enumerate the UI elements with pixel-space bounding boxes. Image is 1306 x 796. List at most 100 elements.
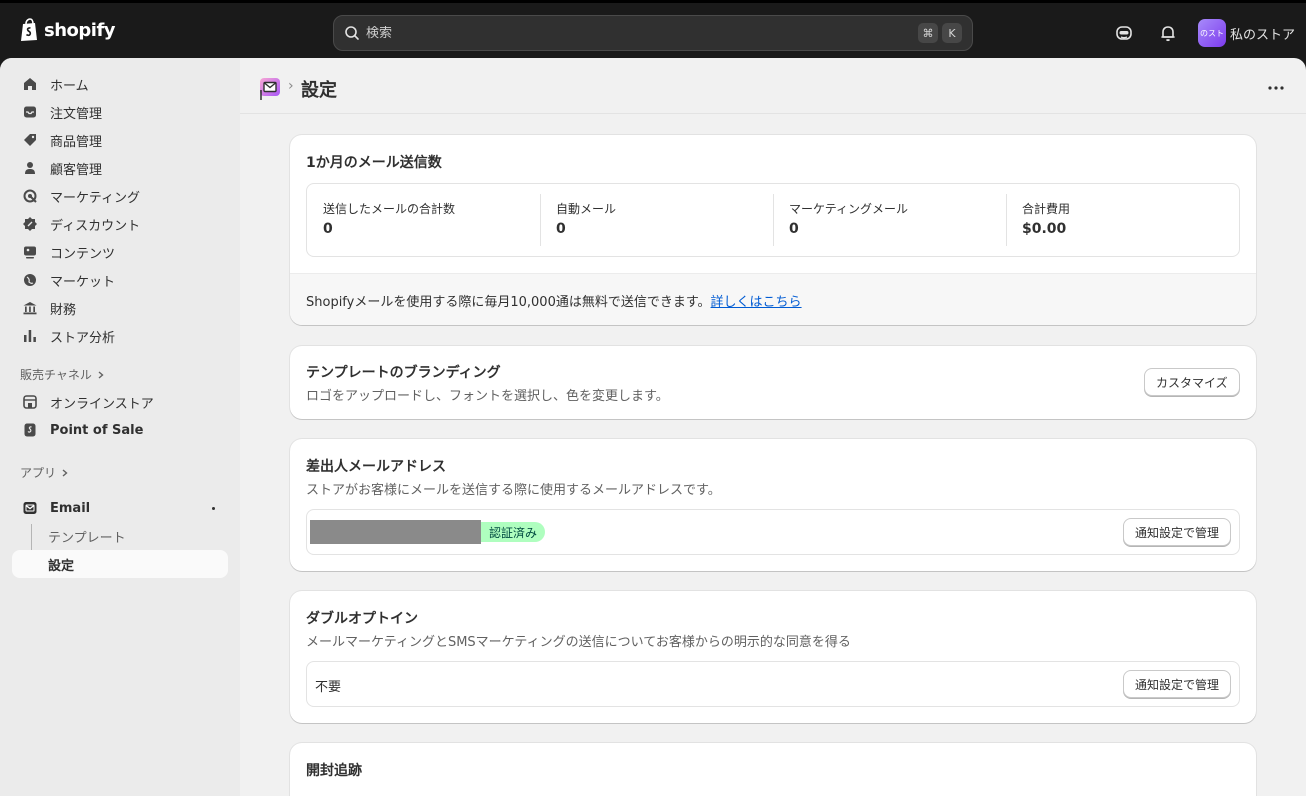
- pin-dot-icon: [212, 507, 215, 510]
- manage-notifications-button[interactable]: 通知設定で管理: [1123, 518, 1232, 546]
- double-optin-value: 不要: [315, 680, 342, 695]
- discount-icon: [23, 217, 37, 231]
- sender-email-card: 差出人メールアドレス ストアがお客様にメールを送信する際に使用するメールアドレス…: [290, 439, 1256, 571]
- card-title: 1か月のメール送信数: [306, 155, 442, 171]
- sidebar-item-home[interactable]: ホーム: [12, 70, 228, 98]
- globe-icon: [24, 274, 36, 286]
- shortcut-key-k: K: [942, 23, 962, 43]
- email-app-icon: [23, 502, 37, 514]
- stat-label: 送信したメールの合計数: [323, 202, 456, 216]
- bank-icon: [23, 302, 37, 315]
- search-input[interactable]: [366, 25, 914, 41]
- shortcut-key-cmd: ⌘: [918, 23, 938, 43]
- sidebar-item-label: 財務: [50, 302, 77, 318]
- sidebar-item-customers[interactable]: 顧客管理: [12, 154, 228, 182]
- top-bar: shopify ⌘ K のスト 私のストア: [0, 0, 1306, 58]
- learn-more-link[interactable]: 詳しくはこちら: [711, 295, 802, 310]
- double-optin-card: ダブルオプトイン メールマーケティングとSMSマーケティングの送信についてお客様…: [290, 591, 1256, 723]
- sidebar-item-label: 商品管理: [50, 134, 103, 150]
- sidebar-item-label: オンラインストア: [50, 396, 154, 412]
- sidebar-item-label: ディスカウント: [50, 218, 141, 234]
- stat-marketing-emails: マーケティングメール 0: [773, 184, 1006, 256]
- page-header: › 設定: [240, 58, 1306, 114]
- sales-channels-label: 販売チャネル: [20, 368, 92, 382]
- sidebar-subitem-settings[interactable]: 設定: [48, 555, 74, 574]
- bell-icon[interactable]: [1158, 23, 1178, 43]
- sidebar-item-products[interactable]: 商品管理: [12, 126, 228, 154]
- verified-badge: 認証済み: [481, 522, 546, 542]
- open-tracking-card: 開封追跡: [290, 743, 1256, 796]
- sidebar-item-analytics[interactable]: ストア分析: [12, 322, 228, 350]
- target-icon: [23, 189, 37, 203]
- sidebar-item-label: Email: [50, 500, 91, 516]
- card-title: ダブルオプトイン: [306, 611, 418, 627]
- sidebar-item-markets[interactable]: マーケット: [12, 266, 228, 294]
- inbox-icon: [24, 106, 36, 118]
- page-title: 設定: [301, 80, 337, 101]
- content-icon: [24, 246, 36, 259]
- sidebar-item-content[interactable]: コンテンツ: [12, 238, 228, 266]
- brand-name: shopify: [44, 19, 116, 41]
- store-name: 私のストア: [1230, 27, 1296, 43]
- stat-label: マーケティングメール: [789, 202, 909, 216]
- shopify-logo[interactable]: shopify: [20, 18, 116, 42]
- shopify-bag-icon: [21, 18, 37, 41]
- sidebar-item-discounts[interactable]: ディスカウント: [12, 210, 228, 238]
- sidebar-item-marketing[interactable]: マーケティング: [12, 182, 228, 210]
- template-branding-card: テンプレートのブランディング ロゴをアップロードし、フォントを選択し、色を変更し…: [290, 346, 1256, 419]
- stat-automated-emails: 自動メール 0: [540, 184, 773, 256]
- store-avatar: のスト: [1198, 19, 1226, 47]
- search-bar[interactable]: ⌘ K: [333, 15, 973, 51]
- sidebar-active-highlight: [12, 550, 228, 578]
- chevron-right-icon: [98, 370, 104, 379]
- chevron-right-icon: [62, 468, 68, 477]
- store-menu-button[interactable]: のスト 私のストア: [1198, 19, 1295, 47]
- stat-label: 合計費用: [1022, 202, 1071, 216]
- sidebar-item-online-store[interactable]: オンラインストア: [12, 388, 228, 416]
- sender-email-row: 認証済み 通知設定で管理: [306, 509, 1240, 555]
- stat-total-cost: 合計費用 $0.00: [1006, 184, 1239, 256]
- stat-value: 0: [323, 221, 333, 237]
- manage-notifications-button[interactable]: 通知設定で管理: [1123, 670, 1232, 698]
- sidebar-item-label: ストア分析: [50, 330, 116, 346]
- person-icon: [25, 162, 35, 174]
- sidebar-item-point-of-sale[interactable]: Point of Sale: [12, 416, 228, 444]
- more-actions-icon[interactable]: [1266, 78, 1286, 98]
- sidebar-item-label: コンテンツ: [50, 246, 116, 262]
- customize-button[interactable]: カスタマイズ: [1144, 368, 1240, 396]
- admin-frame: ホーム 注文管理 商品管理 顧客管理 マーケティング ディスカウント コンテンツ: [0, 58, 1306, 796]
- card-subtitle: ロゴをアップロードし、フォントを選択し、色を変更します。: [306, 389, 669, 404]
- stat-value: 0: [556, 221, 566, 237]
- chart-icon: [24, 330, 36, 342]
- card-title: テンプレートのブランディング: [306, 365, 501, 381]
- sidebar-item-email-app[interactable]: Email: [12, 494, 228, 522]
- sidebar-item-label: マーケット: [50, 274, 116, 290]
- card-subtitle: ストアがお客様にメールを送信する際に使用するメールアドレスです。: [306, 483, 721, 498]
- tag-icon: [24, 134, 36, 146]
- pos-icon: [24, 423, 36, 437]
- sidebar-item-label: マーケティング: [50, 190, 140, 206]
- usage-footer: Shopifyメールを使用する際に毎月10,000通は無料で送信できます。詳しく…: [290, 273, 1256, 325]
- email-usage-card: 1か月のメール送信数 送信したメールの合計数 0 自動メール 0 マーケティング…: [290, 135, 1256, 325]
- sidekick-icon[interactable]: [1114, 23, 1134, 43]
- redacted-email-address: [310, 520, 481, 544]
- search-icon: [345, 26, 359, 40]
- sidebar-item-label: ホーム: [50, 78, 89, 94]
- stat-total-emails: 送信したメールの合計数 0: [307, 184, 540, 256]
- sidebar: ホーム 注文管理 商品管理 顧客管理 マーケティング ディスカウント コンテンツ: [0, 58, 240, 796]
- card-subtitle: メールマーケティングとSMSマーケティングの送信についてお客様からの明示的な同意…: [306, 635, 851, 650]
- sales-channels-header[interactable]: 販売チャネル: [20, 366, 106, 383]
- stat-label: 自動メール: [556, 202, 617, 216]
- usage-footer-text: Shopifyメールを使用する際に毎月10,000通は無料で送信できます。: [306, 295, 711, 310]
- card-title: 開封追跡: [306, 763, 362, 779]
- stat-value: 0: [789, 221, 799, 237]
- breadcrumb-separator: ›: [288, 78, 294, 94]
- sidebar-item-finance[interactable]: 財務: [12, 294, 228, 322]
- sidebar-item-orders[interactable]: 注文管理: [12, 98, 228, 126]
- apps-header[interactable]: アプリ: [20, 464, 70, 481]
- sidebar-subitem-templates[interactable]: テンプレート: [48, 527, 126, 546]
- email-app-icon[interactable]: [260, 78, 280, 100]
- store-icon: [23, 395, 37, 409]
- sidebar-item-label: 注文管理: [50, 106, 103, 122]
- double-optin-row: 不要 通知設定で管理: [306, 661, 1240, 707]
